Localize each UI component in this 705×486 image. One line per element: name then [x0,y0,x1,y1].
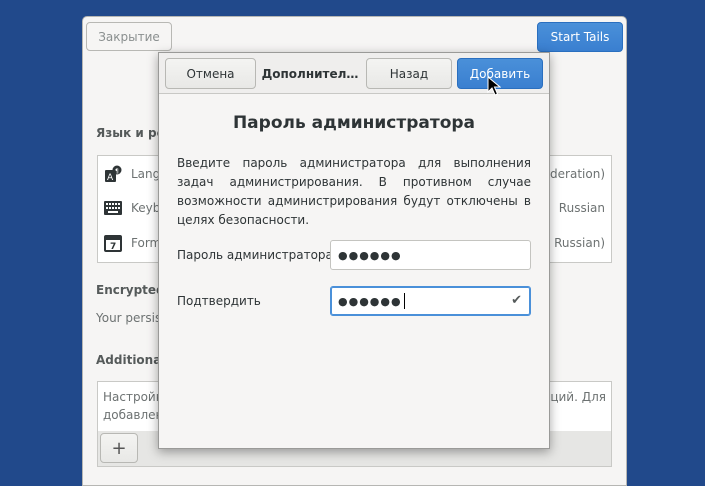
mouse-pointer-icon [487,76,501,96]
dialog-header-title: Дополнител… [261,66,359,81]
add-setting-button[interactable]: + [100,433,138,463]
encrypted-section-heading: Encrypted [96,283,165,297]
dialog-title: Пароль администратора [232,113,476,133]
checkmark-icon: ✔ [511,293,523,308]
additional-section-heading: Additional [96,353,166,367]
svg-text:7: 7 [110,242,116,252]
password-input[interactable]: ●●●●●● [330,240,531,270]
formats-row-value: – Russian) [544,236,605,250]
confirm-password-input[interactable]: ●●●●●● ✔ [330,286,531,316]
calendar-icon: 7 [104,234,122,252]
cancel-button[interactable]: Отмена [165,58,256,89]
start-tails-button[interactable]: Start Tails [537,22,623,52]
close-button[interactable]: Закрытие [86,22,172,51]
confirm-input-value: ●●●●●● [338,294,402,308]
svg-text:¶: ¶ [115,168,119,175]
additional-text-line2: добавлен [103,408,164,422]
additional-text-right: ций. Для [550,390,606,404]
text-caret [403,293,405,309]
keyboard-icon [104,199,122,217]
svg-text:A: A [107,173,114,183]
password-label: Пароль администратора [177,248,333,262]
additional-text-line1: Настройк [103,390,163,404]
persistence-text: Your persis [96,311,162,325]
admin-password-dialog: Отмена Дополнител… Назад Добавить Пароль… [158,52,550,449]
dialog-description: Введите пароль администратора для выполн… [177,156,531,227]
language-row-value: ederation) [542,167,605,181]
language-icon: A ¶ [104,165,122,183]
confirm-label: Подтвердить [177,294,261,308]
keyboard-row-value: Russian [558,201,605,215]
password-input-value: ●●●●●● [338,248,402,262]
keyboard-row-label[interactable]: Keyb [131,201,160,215]
back-button[interactable]: Назад [366,58,452,89]
